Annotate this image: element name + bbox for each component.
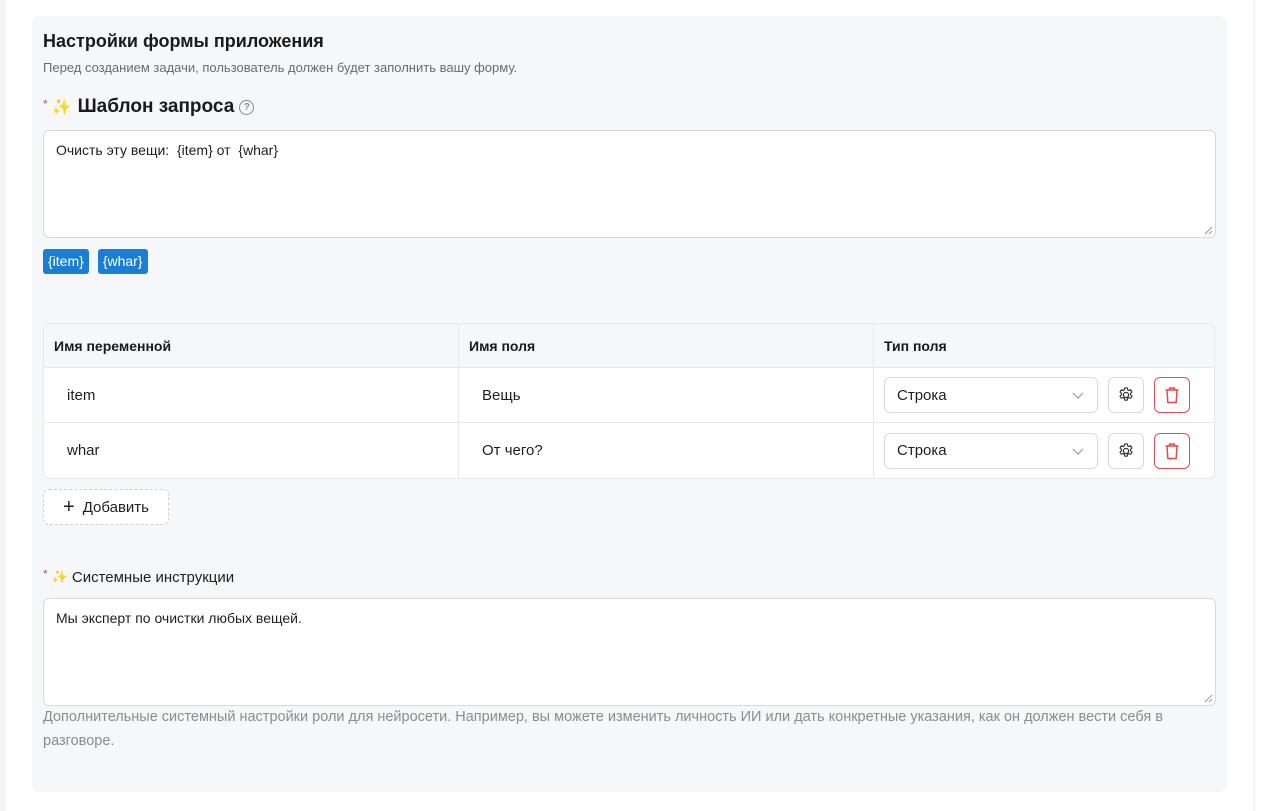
variable-name-cell[interactable]: item — [44, 368, 459, 422]
column-header-variable: Имя переменной — [44, 324, 459, 367]
field-type-select[interactable]: Строка — [884, 432, 1098, 469]
resize-handle-icon[interactable] — [1204, 694, 1213, 703]
system-instructions-textarea[interactable]: Мы эксперт по очистки любых вещей. — [43, 598, 1216, 706]
trash-icon — [1165, 442, 1179, 459]
prompt-template-textarea[interactable]: Очисть эту вещи: {item} от {whar} — [43, 130, 1216, 238]
chevron-down-icon — [1072, 448, 1084, 455]
prompt-template-label-text: Шаблон запроса — [77, 96, 235, 117]
right-scrollbar-track[interactable] — [1254, 0, 1280, 811]
plus-icon: + — [63, 496, 75, 518]
template-variable-tags: {item} {whar} — [43, 249, 148, 274]
sparkles-icon: ✨ — [51, 99, 72, 116]
page-title: Настройки формы приложения — [43, 31, 324, 51]
field-name-cell[interactable]: От чего? — [459, 423, 874, 478]
required-mark: * — [43, 567, 48, 581]
system-instructions-label-text: Системные инструкции — [71, 568, 235, 586]
required-mark: * — [43, 97, 48, 111]
field-type-value: Строка — [897, 442, 947, 459]
field-type-select[interactable]: Строка — [884, 377, 1098, 413]
add-field-label: Добавить — [82, 498, 149, 516]
chevron-down-icon — [1072, 392, 1084, 399]
variable-name-cell[interactable]: whar — [44, 423, 459, 478]
variable-tag[interactable]: {whar} — [97, 249, 148, 274]
delete-field-button[interactable] — [1154, 432, 1190, 469]
field-type-value: Строка — [897, 386, 947, 404]
field-settings-button[interactable] — [1108, 432, 1144, 469]
field-type-cell: Строка — [874, 368, 1214, 422]
table-row: whar От чего? Строка — [44, 423, 1214, 478]
prompt-template-label: * ✨ Шаблон запроса ? — [43, 95, 255, 119]
delete-field-button[interactable] — [1154, 377, 1190, 413]
add-field-button[interactable]: + Добавить — [43, 489, 169, 525]
field-settings-button[interactable] — [1108, 377, 1144, 413]
system-instructions-value: Мы эксперт по очистки любых вещей. — [56, 610, 302, 626]
variables-table: Имя переменной Имя поля Тип поля item Ве… — [43, 323, 1215, 479]
left-rail — [0, 0, 6, 811]
question-circle-icon[interactable]: ? — [239, 99, 255, 115]
prompt-template-value: Очисть эту вещи: {item} от {whar} — [56, 142, 279, 158]
sparkles-icon: ✨ — [51, 569, 68, 584]
table-row: item Вещь Строка — [44, 368, 1214, 423]
page: Настройки формы приложения Перед создани… — [0, 0, 1280, 811]
column-header-field-type: Тип поля — [884, 337, 947, 354]
trash-icon — [1165, 387, 1179, 404]
variable-tag[interactable]: {item} — [43, 249, 89, 274]
resize-handle-icon[interactable] — [1204, 226, 1213, 235]
gear-icon — [1119, 442, 1133, 457]
system-instructions-hint: Дополнительные системный настройки роли … — [43, 709, 1163, 749]
field-name-cell[interactable]: Вещь — [459, 368, 874, 422]
field-type-cell: Строка — [874, 423, 1214, 478]
table-header: Имя переменной Имя поля Тип поля — [44, 324, 1214, 368]
gear-icon — [1119, 387, 1133, 401]
column-header-field-name: Имя поля — [459, 324, 874, 367]
system-instructions-label: * ✨ Системные инструкции — [43, 567, 234, 587]
page-subtitle: Перед созданием задачи, пользователь дол… — [43, 60, 518, 75]
